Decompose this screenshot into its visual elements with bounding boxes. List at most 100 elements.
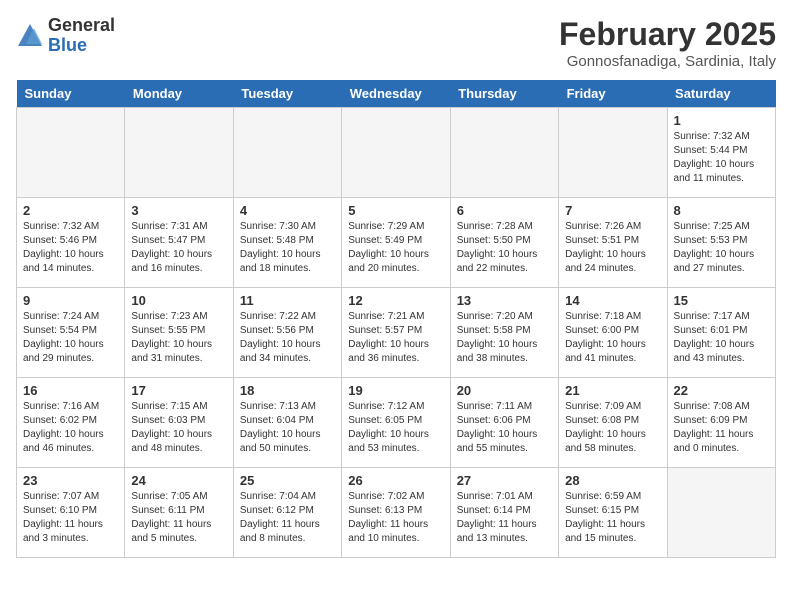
weekday-tuesday: Tuesday [233, 80, 341, 108]
week-row-2: 2 Sunrise: 7:32 AM Sunset: 5:46 PM Daylig… [17, 198, 776, 288]
day-number: 24 [131, 473, 226, 488]
calendar-header: SundayMondayTuesdayWednesdayThursdayFrid… [17, 80, 776, 108]
day-info: Sunrise: 7:12 AM Sunset: 6:05 PM Dayligh… [348, 400, 443, 456]
day-cell: 22 Sunrise: 7:08 AM Sunset: 6:09 PM Dayli… [667, 378, 775, 468]
day-number: 17 [131, 383, 226, 398]
day-cell [125, 108, 233, 198]
day-number: 12 [348, 293, 443, 308]
day-cell: 13Sunrise: 7:20 AM Sunset: 5:58 PM Dayli… [450, 288, 558, 378]
day-info: Sunrise: 7:07 AM Sunset: 6:10 PM Dayligh… [23, 490, 118, 546]
day-info: Sunrise: 6:59 AM Sunset: 6:15 PM Dayligh… [565, 490, 660, 546]
day-number: 21 [565, 383, 660, 398]
day-cell: 12Sunrise: 7:21 AM Sunset: 5:57 PM Dayli… [342, 288, 450, 378]
day-info: Sunrise: 7:30 AM Sunset: 5:48 PM Dayligh… [240, 220, 335, 276]
calendar-table: SundayMondayTuesdayWednesdayThursdayFrid… [16, 80, 776, 558]
day-info: Sunrise: 7:31 AM Sunset: 5:47 PM Dayligh… [131, 220, 226, 276]
weekday-monday: Monday [125, 80, 233, 108]
calendar-subtitle: Gonnosfanadiga, Sardinia, Italy [559, 53, 776, 70]
logo-text: General Blue [48, 16, 115, 56]
day-info: Sunrise: 7:29 AM Sunset: 5:49 PM Dayligh… [348, 220, 443, 276]
day-info: Sunrise: 7:16 AM Sunset: 6:02 PM Dayligh… [23, 400, 118, 456]
day-number: 27 [457, 473, 552, 488]
day-cell: 17 Sunrise: 7:15 AM Sunset: 6:03 PM Dayli… [125, 378, 233, 468]
day-info: Sunrise: 7:09 AM Sunset: 6:08 PM Dayligh… [565, 400, 660, 456]
day-number: 25 [240, 473, 335, 488]
day-number: 4 [240, 203, 335, 218]
day-cell: 2 Sunrise: 7:32 AM Sunset: 5:46 PM Daylig… [17, 198, 125, 288]
day-number: 15 [674, 293, 769, 308]
weekday-wednesday: Wednesday [342, 80, 450, 108]
day-info: Sunrise: 7:23 AM Sunset: 5:55 PM Dayligh… [131, 310, 226, 366]
day-info: Sunrise: 7:15 AM Sunset: 6:03 PM Dayligh… [131, 400, 226, 456]
day-info: Sunrise: 7:28 AM Sunset: 5:50 PM Dayligh… [457, 220, 552, 276]
day-cell: 25Sunrise: 7:04 AM Sunset: 6:12 PM Dayli… [233, 468, 341, 558]
calendar-body: 1 Sunrise: 7:32 AM Sunset: 5:44 PM Daylig… [17, 108, 776, 558]
day-cell [17, 108, 125, 198]
day-cell: 21 Sunrise: 7:09 AM Sunset: 6:08 PM Dayli… [559, 378, 667, 468]
day-number: 6 [457, 203, 552, 218]
day-cell: 15 Sunrise: 7:17 AM Sunset: 6:01 PM Dayli… [667, 288, 775, 378]
day-number: 22 [674, 383, 769, 398]
day-info: Sunrise: 7:11 AM Sunset: 6:06 PM Dayligh… [457, 400, 552, 456]
day-number: 9 [23, 293, 118, 308]
day-number: 10 [131, 293, 226, 308]
week-row-1: 1 Sunrise: 7:32 AM Sunset: 5:44 PM Daylig… [17, 108, 776, 198]
day-number: 19 [348, 383, 443, 398]
day-number: 7 [565, 203, 660, 218]
day-cell: 3 Sunrise: 7:31 AM Sunset: 5:47 PM Daylig… [125, 198, 233, 288]
day-cell: 5 Sunrise: 7:29 AM Sunset: 5:49 PM Daylig… [342, 198, 450, 288]
day-cell: 19 Sunrise: 7:12 AM Sunset: 6:05 PM Dayli… [342, 378, 450, 468]
day-number: 20 [457, 383, 552, 398]
title-area: February 2025 Gonnosfanadiga, Sardinia, … [559, 16, 776, 70]
weekday-saturday: Saturday [667, 80, 775, 108]
day-info: Sunrise: 7:17 AM Sunset: 6:01 PM Dayligh… [674, 310, 769, 366]
day-cell: 9 Sunrise: 7:24 AM Sunset: 5:54 PM Daylig… [17, 288, 125, 378]
day-cell: 18Sunrise: 7:13 AM Sunset: 6:04 PM Dayli… [233, 378, 341, 468]
day-cell: 1 Sunrise: 7:32 AM Sunset: 5:44 PM Daylig… [667, 108, 775, 198]
day-cell: 10 Sunrise: 7:23 AM Sunset: 5:55 PM Dayli… [125, 288, 233, 378]
day-info: Sunrise: 7:26 AM Sunset: 5:51 PM Dayligh… [565, 220, 660, 276]
day-info: Sunrise: 7:08 AM Sunset: 6:09 PM Dayligh… [674, 400, 769, 456]
logo-icon [16, 22, 44, 50]
week-row-4: 16 Sunrise: 7:16 AM Sunset: 6:02 PM Dayli… [17, 378, 776, 468]
page-header: General Blue February 2025 Gonnosfanadig… [16, 16, 776, 70]
day-number: 26 [348, 473, 443, 488]
day-info: Sunrise: 7:24 AM Sunset: 5:54 PM Dayligh… [23, 310, 118, 366]
weekday-header-row: SundayMondayTuesdayWednesdayThursdayFrid… [17, 80, 776, 108]
day-info: Sunrise: 7:32 AM Sunset: 5:46 PM Dayligh… [23, 220, 118, 276]
day-number: 16 [23, 383, 118, 398]
day-cell: 11Sunrise: 7:22 AM Sunset: 5:56 PM Dayli… [233, 288, 341, 378]
day-info: Sunrise: 7:02 AM Sunset: 6:13 PM Dayligh… [348, 490, 443, 546]
logo-general: General [48, 16, 115, 36]
day-info: Sunrise: 7:32 AM Sunset: 5:44 PM Dayligh… [674, 130, 769, 186]
logo: General Blue [16, 16, 115, 56]
day-number: 3 [131, 203, 226, 218]
day-cell: 20 Sunrise: 7:11 AM Sunset: 6:06 PM Dayli… [450, 378, 558, 468]
day-cell: 16 Sunrise: 7:16 AM Sunset: 6:02 PM Dayli… [17, 378, 125, 468]
day-number: 23 [23, 473, 118, 488]
day-number: 8 [674, 203, 769, 218]
day-number: 2 [23, 203, 118, 218]
day-info: Sunrise: 7:20 AM Sunset: 5:58 PM Dayligh… [457, 310, 552, 366]
logo-blue: Blue [48, 36, 115, 56]
day-number: 28 [565, 473, 660, 488]
day-cell: 8 Sunrise: 7:25 AM Sunset: 5:53 PM Daylig… [667, 198, 775, 288]
day-number: 5 [348, 203, 443, 218]
week-row-5: 23 Sunrise: 7:07 AM Sunset: 6:10 PM Dayli… [17, 468, 776, 558]
day-info: Sunrise: 7:01 AM Sunset: 6:14 PM Dayligh… [457, 490, 552, 546]
day-number: 1 [674, 113, 769, 128]
day-cell: 4 Sunrise: 7:30 AM Sunset: 5:48 PM Daylig… [233, 198, 341, 288]
day-info: Sunrise: 7:18 AM Sunset: 6:00 PM Dayligh… [565, 310, 660, 366]
day-cell: 24 Sunrise: 7:05 AM Sunset: 6:11 PM Dayli… [125, 468, 233, 558]
day-info: Sunrise: 7:05 AM Sunset: 6:11 PM Dayligh… [131, 490, 226, 546]
weekday-thursday: Thursday [450, 80, 558, 108]
day-number: 11 [240, 293, 335, 308]
day-number: 14 [565, 293, 660, 308]
day-number: 18 [240, 383, 335, 398]
calendar-title: February 2025 [559, 16, 776, 53]
day-cell: 23 Sunrise: 7:07 AM Sunset: 6:10 PM Dayli… [17, 468, 125, 558]
day-cell [342, 108, 450, 198]
day-info: Sunrise: 7:25 AM Sunset: 5:53 PM Dayligh… [674, 220, 769, 276]
day-cell: 7 Sunrise: 7:26 AM Sunset: 5:51 PM Daylig… [559, 198, 667, 288]
week-row-3: 9 Sunrise: 7:24 AM Sunset: 5:54 PM Daylig… [17, 288, 776, 378]
